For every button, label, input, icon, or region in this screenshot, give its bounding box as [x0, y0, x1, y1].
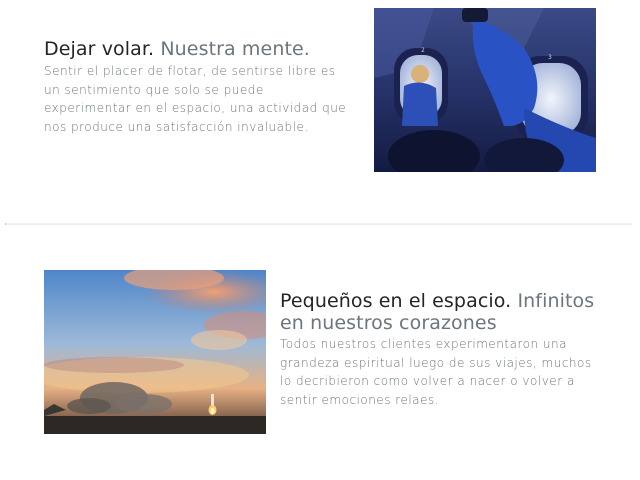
featurette-image-astronauts: 2 3 [374, 8, 596, 172]
featurette-image-launch [44, 270, 266, 434]
heading-muted-text: Nuestra mente. [160, 38, 310, 60]
heading-main-text: Pequeños en el espacio. [280, 290, 512, 312]
astronauts-image-graphic: 2 3 [374, 8, 596, 172]
featurette-heading: Pequeños en el espacio. Infinitos en nue… [280, 290, 610, 334]
featurette-text: Sentir el placer de flotar, de sentirse … [44, 64, 347, 134]
launch-image-graphic [44, 270, 266, 434]
svg-text:2: 2 [421, 47, 425, 54]
page: Dejar volar. Nuestra mente. Sentir el pl… [0, 0, 640, 480]
heading-main-text: Dejar volar. [44, 38, 155, 60]
featurette-divider [5, 223, 632, 225]
featurette-heading: Dejar volar. Nuestra mente. [44, 38, 354, 60]
featurette-text: Todos nuestros clientes experimentaron u… [280, 337, 592, 407]
svg-text:3: 3 [548, 54, 552, 61]
